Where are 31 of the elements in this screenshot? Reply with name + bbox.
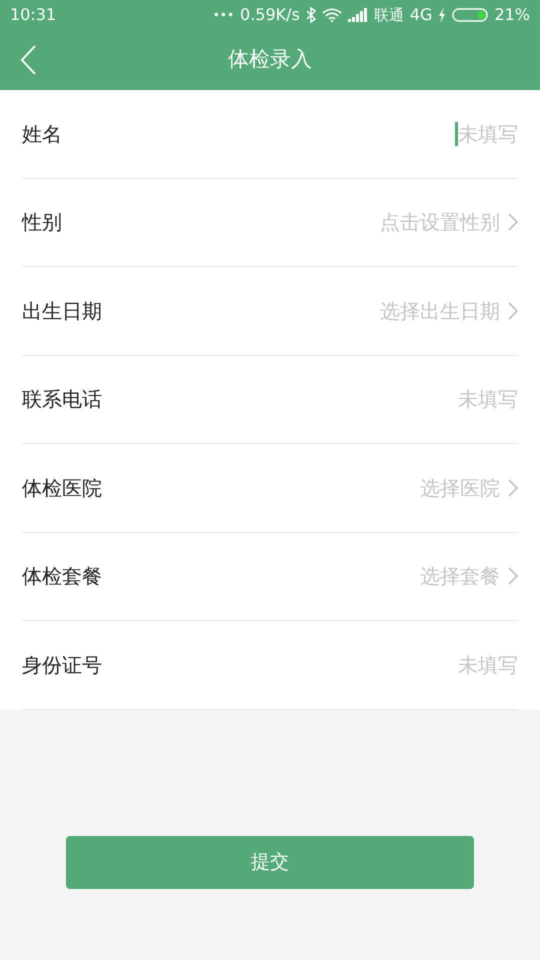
- status-time: 10:31: [10, 4, 56, 26]
- field-label: 出生日期: [22, 298, 102, 325]
- chevron-right-icon: [508, 213, 518, 232]
- picker-button[interactable]: 选择套餐: [420, 561, 518, 592]
- text-input[interactable]: 未填写: [458, 118, 518, 149]
- bluetooth-icon: [306, 7, 316, 23]
- field-label: 身份证号: [22, 652, 102, 679]
- battery-icon: [452, 8, 488, 22]
- text-input[interactable]: 未填写: [458, 650, 518, 680]
- network-type: 4G: [410, 4, 432, 26]
- charging-icon: [438, 7, 446, 23]
- picker-button[interactable]: 选择出生日期: [380, 296, 518, 326]
- field-label: 性别: [22, 209, 62, 236]
- carrier-name: 联通: [374, 4, 404, 26]
- chevron-right-icon: [508, 302, 518, 320]
- picker-button[interactable]: 点击设置性别: [380, 207, 518, 238]
- wifi-icon: [322, 8, 342, 22]
- field-label: 联系电话: [22, 386, 102, 414]
- field-label: 姓名: [22, 120, 62, 148]
- text-input[interactable]: 未填写: [458, 384, 518, 414]
- field-label: 体检医院: [22, 474, 102, 502]
- battery-percent: 21%: [494, 4, 530, 26]
- picker-button[interactable]: 选择医院: [420, 472, 518, 503]
- chevron-right-icon: [508, 478, 518, 497]
- page-title: 体检录入: [228, 46, 312, 74]
- chevron-right-icon: [508, 567, 518, 586]
- submit-button[interactable]: 提交: [66, 836, 474, 888]
- status-dots: •••: [212, 7, 234, 24]
- signal-icon: [348, 8, 368, 22]
- network-speed: 0.59K/s: [240, 4, 300, 26]
- field-label: 体检套餐: [22, 563, 102, 590]
